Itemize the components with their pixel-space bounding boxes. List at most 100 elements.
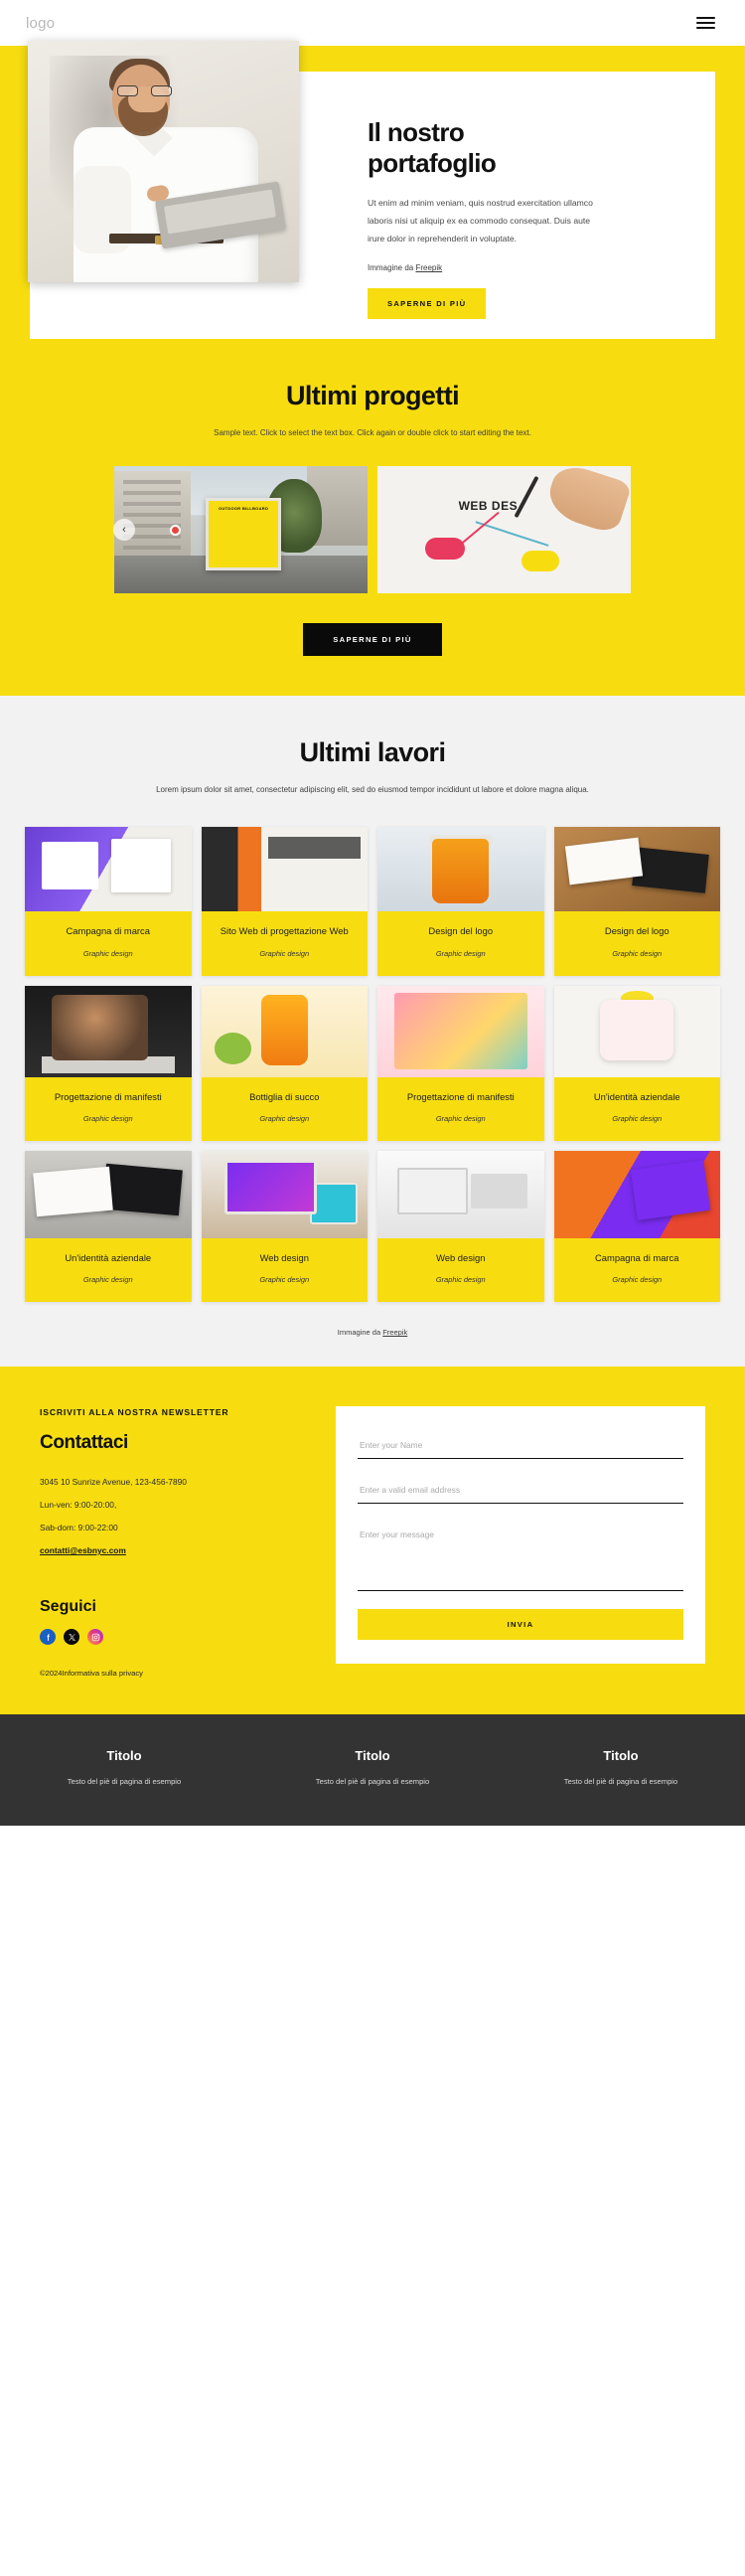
work-card[interactable]: Un'identità aziendale Graphic design bbox=[553, 985, 720, 1141]
slider-prev-arrow[interactable]: ‹ bbox=[113, 519, 135, 542]
work-card-category: Graphic design bbox=[259, 1275, 310, 1285]
contact-title: Contattaci bbox=[40, 1431, 128, 1453]
works-credit-link[interactable]: Freepik bbox=[382, 1328, 407, 1337]
work-card-title: Design del logo bbox=[604, 925, 670, 937]
email-input[interactable] bbox=[358, 1479, 683, 1505]
projects-section: Ultimi progetti Sample text. Click to se… bbox=[0, 377, 745, 697]
hero-title: Il nostro portafoglio bbox=[368, 117, 497, 178]
work-card-title: Progettazione di manifesti bbox=[406, 1090, 515, 1102]
work-card[interactable]: Design del logo Graphic design bbox=[377, 827, 544, 976]
hero-paragraph: Ut enim ad minim veniam, quis nostrud ex… bbox=[368, 198, 593, 243]
contact-email-link[interactable]: contatti@esbnyc.com bbox=[40, 1545, 126, 1555]
work-card-category: Graphic design bbox=[259, 948, 310, 958]
work-card-title: Bottiglia di succo bbox=[249, 1090, 320, 1102]
projects-slider[interactable]: ‹ OUTDOOR BILLBOARD WEB DES bbox=[113, 466, 631, 594]
footer-column-text: Testo del piè di pagina di esempio bbox=[563, 1777, 678, 1786]
hero-photo-wrapper bbox=[28, 41, 358, 339]
work-card-category: Graphic design bbox=[612, 1113, 663, 1123]
x-twitter-icon[interactable] bbox=[64, 1629, 79, 1645]
work-card-category: Graphic design bbox=[82, 1275, 133, 1285]
slide-billboard[interactable]: OUTDOOR BILLBOARD bbox=[114, 466, 368, 594]
footer-column: Titolo Testo del piè di pagina di esempi… bbox=[248, 1748, 497, 1786]
works-section: Ultimi lavori Lorem ipsum dolor sit amet… bbox=[0, 696, 745, 1368]
work-card-title: Un'identità aziendale bbox=[593, 1090, 680, 1102]
work-card[interactable]: Design del logo Graphic design bbox=[553, 827, 720, 976]
name-input[interactable] bbox=[358, 1434, 683, 1460]
page-root: logo Il nostro portafoglio Ut enim ad mi… bbox=[0, 0, 745, 1826]
work-card-image bbox=[201, 985, 368, 1077]
work-card-title: Progettazione di manifesti bbox=[54, 1090, 162, 1102]
hero-text-block: Il nostro portafoglio Ut enim ad minim v… bbox=[358, 72, 715, 339]
work-card-category: Graphic design bbox=[82, 948, 133, 958]
works-grid-row-3: Un'identità aziendale Graphic design Web… bbox=[25, 1150, 720, 1303]
work-card-title: Web design bbox=[436, 1251, 486, 1263]
hero-credit-link[interactable]: Freepik bbox=[415, 263, 442, 272]
work-card-category: Graphic design bbox=[435, 948, 486, 958]
works-credit-prefix: Immagine da bbox=[337, 1328, 383, 1338]
work-card-title: Design del logo bbox=[428, 925, 494, 937]
site-header: logo bbox=[0, 0, 745, 46]
hero-card: Il nostro portafoglio Ut enim ad minim v… bbox=[28, 41, 715, 340]
work-card-image bbox=[377, 985, 544, 1077]
site-footer: Titolo Testo del piè di pagina di esempi… bbox=[0, 1711, 745, 1826]
footer-column-text: Testo del piè di pagina di esempio bbox=[67, 1777, 182, 1786]
work-card-image bbox=[377, 827, 544, 912]
message-input[interactable] bbox=[358, 1524, 683, 1592]
work-card-category: Graphic design bbox=[82, 1113, 133, 1123]
work-card-image bbox=[25, 827, 192, 912]
work-card[interactable]: Campagna di marca Graphic design bbox=[25, 827, 192, 976]
slide-mindmap[interactable]: WEB DES bbox=[377, 466, 631, 594]
slide-billboard-caption: OUTDOOR BILLBOARD bbox=[218, 505, 269, 511]
works-grid-row-2: Progettazione di manifesti Graphic desig… bbox=[25, 985, 720, 1141]
hero-cta-button[interactable]: SAPERNE DI PIÙ bbox=[368, 288, 487, 320]
footer-column-title: Titolo bbox=[603, 1748, 639, 1763]
work-card-category: Graphic design bbox=[612, 1275, 663, 1285]
newsletter-label: ISCRIVITI ALLA NOSTRA NEWSLETTER bbox=[40, 1407, 229, 1418]
hamburger-icon[interactable] bbox=[692, 13, 719, 34]
instagram-icon[interactable] bbox=[87, 1629, 103, 1645]
work-card-image bbox=[25, 1150, 192, 1238]
facebook-icon[interactable] bbox=[40, 1629, 56, 1645]
work-card[interactable]: Progettazione di manifesti Graphic desig… bbox=[25, 985, 192, 1141]
footer-column-title: Titolo bbox=[355, 1748, 390, 1763]
work-card-image bbox=[377, 1150, 544, 1238]
work-card-image bbox=[553, 1150, 720, 1238]
work-card-image bbox=[201, 827, 368, 912]
works-grid-row-1: Campagna di marca Graphic design Sito We… bbox=[25, 827, 720, 976]
work-card-title: Campagna di marca bbox=[595, 1251, 679, 1263]
work-card-category: Graphic design bbox=[259, 1113, 310, 1123]
work-card[interactable]: Bottiglia di succo Graphic design bbox=[201, 985, 368, 1141]
projects-cta-button[interactable]: SAPERNE DI PIÙ bbox=[303, 623, 442, 657]
site-logo[interactable]: logo bbox=[26, 15, 55, 32]
contact-form: INVIA bbox=[336, 1406, 705, 1665]
work-card[interactable]: Progettazione di manifesti Graphic desig… bbox=[377, 985, 544, 1141]
work-card-image bbox=[201, 1150, 368, 1238]
hero-credit-prefix: Immagine da bbox=[368, 263, 416, 273]
projects-title: Ultimi progetti bbox=[286, 381, 460, 411]
works-title: Ultimi lavori bbox=[299, 737, 446, 768]
work-card-title: Sito Web di progettazione Web bbox=[220, 925, 349, 937]
work-card-image bbox=[553, 827, 720, 912]
copyright-text: ©2024Informativa sulla privacy bbox=[40, 1669, 143, 1678]
work-card-category: Graphic design bbox=[612, 948, 663, 958]
contact-hours-weekday: Lun-ven: 9:00-20:00, bbox=[40, 1499, 117, 1510]
work-card[interactable]: Un'identità aziendale Graphic design bbox=[25, 1150, 192, 1303]
work-card[interactable]: Web design Graphic design bbox=[377, 1150, 544, 1303]
work-card-title: Campagna di marca bbox=[66, 925, 150, 937]
footer-column: Titolo Testo del piè di pagina di esempi… bbox=[0, 1748, 248, 1786]
submit-button[interactable]: INVIA bbox=[358, 1609, 683, 1641]
footer-column-title: Titolo bbox=[106, 1748, 142, 1763]
work-card-category: Graphic design bbox=[435, 1275, 486, 1285]
footer-column-text: Testo del piè di pagina di esempio bbox=[315, 1777, 430, 1786]
works-image-credit: Immagine da Freepik bbox=[0, 1328, 745, 1337]
work-card[interactable]: Campagna di marca Graphic design bbox=[553, 1150, 720, 1303]
work-card-title: Web design bbox=[259, 1251, 309, 1263]
hero-section: Il nostro portafoglio Ut enim ad minim v… bbox=[0, 41, 745, 378]
work-card-category: Graphic design bbox=[435, 1113, 486, 1123]
hero-image-credit: Immagine da Freepik bbox=[368, 263, 671, 272]
slide-mindmap-caption: WEB DES bbox=[458, 499, 519, 514]
hero-image bbox=[28, 41, 299, 282]
work-card[interactable]: Sito Web di progettazione Web Graphic de… bbox=[201, 827, 368, 976]
work-card[interactable]: Web design Graphic design bbox=[201, 1150, 368, 1303]
follow-title: Seguici bbox=[40, 1598, 96, 1615]
